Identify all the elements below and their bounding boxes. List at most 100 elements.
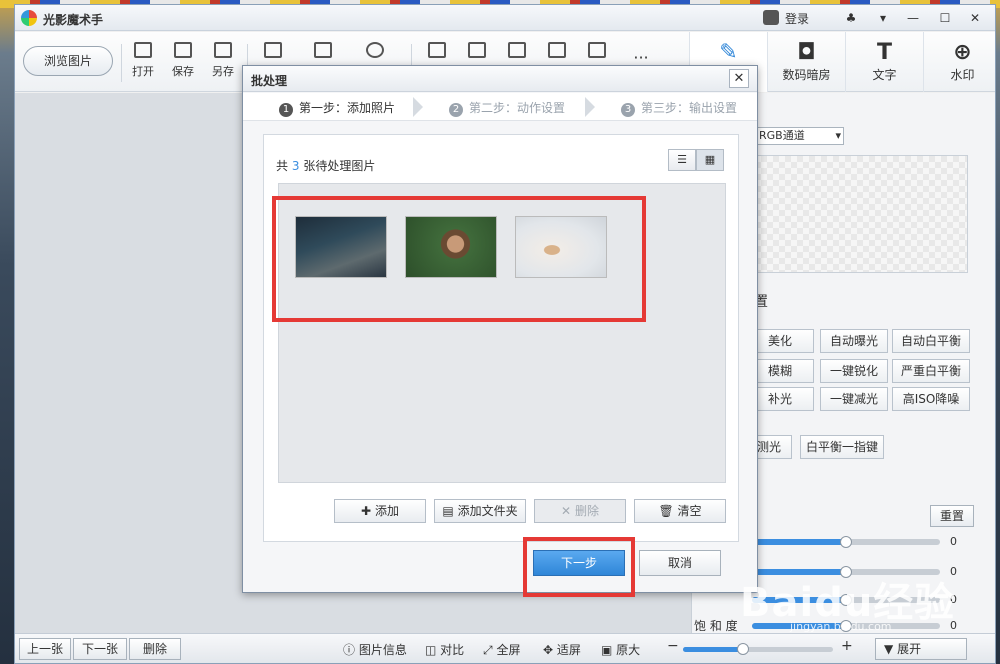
prev-image-button[interactable]: 上一张: [19, 638, 71, 660]
star-icon: [428, 42, 446, 58]
step-label: 第三步：输出设置: [641, 101, 738, 115]
compare-label: 对比: [440, 643, 465, 657]
step-output-settings: 3 第三步：输出设置: [621, 99, 737, 117]
browse-images-button[interactable]: 浏览图片: [23, 46, 113, 76]
count-suffix: 张待处理图片: [303, 159, 376, 173]
effect-button[interactable]: 一键锐化: [820, 359, 888, 383]
fullscreen-label: 全屏: [496, 643, 521, 657]
step-action-settings: 2 第二步：动作设置: [449, 99, 565, 117]
save-button[interactable]: 保存: [163, 42, 203, 79]
grid-view-button[interactable]: ▦: [696, 149, 724, 171]
fit-label: 适屏: [556, 643, 581, 657]
camera-icon: ◘: [797, 40, 816, 65]
effect-button[interactable]: 一键减光: [820, 387, 888, 411]
chevron-down-icon: ▾: [835, 129, 841, 142]
tab-label: 数码暗房: [782, 68, 831, 82]
effect-button[interactable]: 自动曝光: [820, 329, 888, 353]
original-size-button[interactable]: ▣ 原大: [601, 641, 640, 658]
saveas-button[interactable]: 另存: [203, 42, 243, 79]
remove-label: 删除: [574, 504, 599, 518]
zoom-out-button[interactable]: −: [667, 638, 679, 654]
histogram: [754, 155, 968, 273]
toolbar-divider: [121, 44, 122, 82]
channel-select[interactable]: RGB通道 ▾: [754, 127, 844, 145]
fullscreen-icon: ⤢: [483, 643, 493, 657]
next-image-button[interactable]: 下一张: [73, 638, 127, 660]
frame-tool-button[interactable]: [457, 42, 497, 63]
effect-button[interactable]: 高ISO降噪: [892, 387, 970, 411]
add-folder-label: 添加文件夹: [457, 504, 518, 518]
zoom-slider-fill: [683, 647, 743, 652]
expand-button[interactable]: ▼ 展开: [875, 638, 967, 660]
chevron-down-icon: ▼: [884, 642, 894, 656]
reset-button[interactable]: 重置: [930, 505, 974, 527]
print-icon: [548, 42, 566, 58]
channel-value: RGB通道: [759, 129, 805, 142]
step-number: 2: [449, 103, 463, 117]
effect-button[interactable]: 自动白平衡: [892, 329, 970, 353]
pending-count: 共 3 张待处理图片: [276, 157, 375, 174]
edit-icon: ✎: [719, 40, 738, 65]
login-link[interactable]: 登录: [785, 10, 809, 27]
open-button[interactable]: 打开: [123, 42, 163, 79]
delete-image-button[interactable]: 删除: [129, 638, 181, 660]
tab-darkroom[interactable]: ◘ 数码暗房: [767, 32, 845, 92]
fit-screen-button[interactable]: ✥ 适屏: [543, 641, 581, 658]
plus-icon: ✚: [361, 504, 372, 518]
tab-watermark[interactable]: ⊕ 水印: [923, 32, 1000, 92]
add-folder-button[interactable]: ▤ 添加文件夹: [434, 499, 526, 523]
effect-button[interactable]: 严重白平衡: [892, 359, 970, 383]
crop-icon: [314, 42, 332, 58]
fullscreen-button[interactable]: ⤢ 全屏: [483, 641, 520, 658]
dialog-title: 批处理: [251, 74, 288, 88]
skin-icon[interactable]: ♣: [841, 9, 861, 27]
cancel-button[interactable]: 取消: [639, 550, 721, 576]
close-button[interactable]: ✕: [965, 9, 985, 27]
highlight-annotation: [523, 537, 635, 597]
save-icon: [174, 42, 192, 58]
dialog-close-button[interactable]: ✕: [729, 69, 749, 88]
image-info-label: 图片信息: [358, 643, 407, 657]
step-arrow-icon: [413, 97, 423, 117]
rotate-button[interactable]: [355, 42, 395, 63]
add-button[interactable]: ✚ 添加: [334, 499, 426, 523]
maximize-button[interactable]: ☐: [935, 9, 955, 27]
slider-fill: [752, 539, 846, 545]
expand-label: 展开: [897, 642, 922, 656]
trash-icon: 🗑: [658, 504, 674, 518]
title-bar: 光影魔术手 登录 ♣ ▾ — ☐ ✕: [15, 5, 995, 31]
saveas-label: 另存: [212, 65, 234, 78]
rotate-tool-button[interactable]: [253, 42, 293, 63]
grid-tool-button[interactable]: [497, 42, 537, 63]
watermark-icon: ⊕: [953, 40, 972, 65]
step-arrow-icon: [585, 97, 595, 117]
rotate-icon: [366, 42, 384, 58]
compare-icon: ◫: [425, 643, 437, 657]
brush-tool-button[interactable]: [577, 42, 617, 63]
clear-button[interactable]: 🗑 清空: [634, 499, 726, 523]
print-tool-button[interactable]: [537, 42, 577, 63]
image-info-button[interactable]: ⓘ 图片信息: [343, 641, 407, 658]
remove-button[interactable]: ✕ 删除: [534, 499, 626, 523]
clear-label: 清空: [677, 504, 702, 518]
compare-button[interactable]: ◫ 对比: [425, 641, 464, 658]
crop-tool-button[interactable]: [303, 42, 343, 63]
step-label: 第一步：添加照片: [299, 101, 396, 115]
original-size-icon: ▣: [601, 643, 613, 657]
user-icon[interactable]: [763, 10, 779, 25]
status-bar: 上一张 下一张 删除 ⓘ 图片信息 ◫ 对比 ⤢ 全屏 ✥ 适屏 ▣ 原大 − …: [15, 633, 995, 663]
menu-icon[interactable]: ▾: [873, 9, 893, 27]
effect-button[interactable]: 白平衡一指键: [800, 435, 884, 459]
minimize-button[interactable]: —: [903, 9, 923, 27]
zoom-slider-knob[interactable]: [737, 643, 749, 655]
step-number: 3: [621, 103, 635, 117]
save-label: 保存: [172, 65, 194, 78]
slider-knob[interactable]: [840, 536, 852, 548]
zoom-in-button[interactable]: +: [841, 638, 853, 654]
app-logo-icon: [21, 10, 37, 26]
tab-text[interactable]: T 文字: [845, 32, 923, 92]
star-tool-button[interactable]: [417, 42, 457, 63]
tab-label: 文字: [872, 68, 897, 82]
list-view-button[interactable]: ☰: [668, 149, 696, 171]
add-label: 添加: [374, 504, 399, 518]
